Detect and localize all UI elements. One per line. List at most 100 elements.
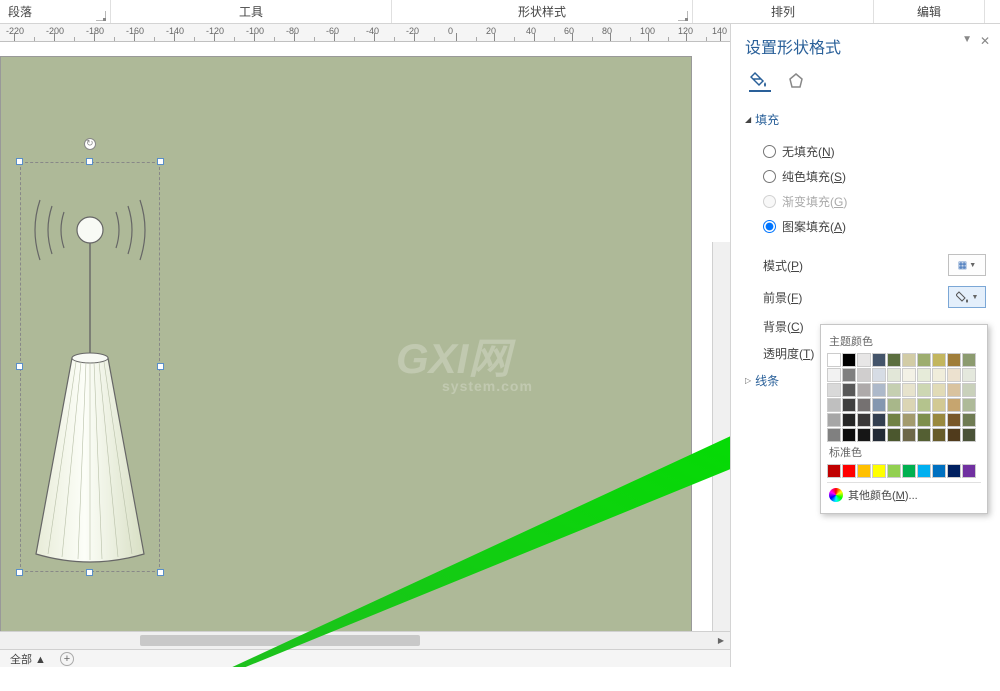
pattern-picker-button[interactable]: ▦▼ [948, 254, 986, 276]
color-swatch[interactable] [827, 383, 841, 397]
more-colors-button[interactable]: 其他颜色(M)... [827, 482, 981, 507]
color-swatch[interactable] [902, 413, 916, 427]
resize-handle-tr[interactable] [157, 158, 164, 165]
ribbon-tab-paragraph[interactable]: 段落 [0, 0, 110, 23]
resize-handle-bm[interactable] [86, 569, 93, 576]
color-swatch[interactable] [857, 464, 871, 478]
color-swatch[interactable] [872, 368, 886, 382]
radio-solid-fill[interactable]: 纯色填充(S) [763, 164, 986, 189]
effects-icon[interactable] [785, 70, 807, 92]
color-swatch[interactable] [857, 383, 871, 397]
color-swatch[interactable] [962, 368, 976, 382]
color-swatch[interactable] [857, 398, 871, 412]
selected-shape[interactable] [20, 162, 160, 572]
color-swatch[interactable] [932, 464, 946, 478]
scroll-left-button[interactable] [0, 632, 18, 650]
close-icon[interactable]: ✕ [980, 34, 990, 48]
color-swatch[interactable] [872, 413, 886, 427]
color-swatch[interactable] [827, 398, 841, 412]
color-swatch[interactable] [932, 368, 946, 382]
color-swatch[interactable] [962, 413, 976, 427]
color-swatch[interactable] [857, 413, 871, 427]
color-swatch[interactable] [932, 428, 946, 442]
color-swatch[interactable] [947, 383, 961, 397]
radio-pattern-fill[interactable]: 图案填充(A) [763, 214, 986, 239]
resize-handle-tl[interactable] [16, 158, 23, 165]
color-swatch[interactable] [962, 383, 976, 397]
color-swatch[interactable] [932, 383, 946, 397]
color-swatch[interactable] [917, 428, 931, 442]
color-swatch[interactable] [947, 413, 961, 427]
color-swatch[interactable] [917, 383, 931, 397]
color-swatch[interactable] [887, 398, 901, 412]
color-swatch[interactable] [932, 353, 946, 367]
color-swatch[interactable] [842, 413, 856, 427]
color-swatch[interactable] [842, 368, 856, 382]
color-swatch[interactable] [902, 368, 916, 382]
color-swatch[interactable] [932, 413, 946, 427]
scrollbar-vertical[interactable] [712, 242, 730, 631]
color-swatch[interactable] [917, 413, 931, 427]
radio-no-fill[interactable]: 无填充(N) [763, 139, 986, 164]
color-swatch[interactable] [902, 464, 916, 478]
color-swatch[interactable] [962, 464, 976, 478]
color-swatch[interactable] [917, 398, 931, 412]
color-swatch[interactable] [872, 353, 886, 367]
resize-handle-tm[interactable] [86, 158, 93, 165]
color-swatch[interactable] [842, 383, 856, 397]
section-fill[interactable]: ◢ 填充 [745, 106, 986, 133]
color-swatch[interactable] [947, 428, 961, 442]
color-swatch[interactable] [872, 428, 886, 442]
page-tab-all[interactable]: 全部 ▲ [4, 650, 52, 668]
dialog-launcher-icon[interactable] [678, 11, 688, 21]
color-swatch[interactable] [842, 464, 856, 478]
color-swatch[interactable] [917, 353, 931, 367]
color-swatch[interactable] [872, 464, 886, 478]
scroll-right-button[interactable] [712, 632, 730, 650]
add-page-button[interactable]: + [60, 652, 74, 666]
color-swatch[interactable] [887, 464, 901, 478]
dialog-launcher-icon[interactable] [96, 11, 106, 21]
color-swatch[interactable] [857, 368, 871, 382]
color-swatch[interactable] [932, 398, 946, 412]
color-swatch[interactable] [947, 398, 961, 412]
resize-handle-mr[interactable] [157, 363, 164, 370]
color-swatch[interactable] [887, 368, 901, 382]
color-swatch[interactable] [827, 428, 841, 442]
color-swatch[interactable] [842, 398, 856, 412]
color-swatch[interactable] [962, 428, 976, 442]
canvas-area[interactable]: -220-200-180-160-140-120-100-80-60-40-20… [0, 24, 730, 667]
color-swatch[interactable] [872, 383, 886, 397]
color-swatch[interactable] [902, 428, 916, 442]
ribbon-tab-arrange[interactable]: 排列 [693, 0, 873, 23]
pane-options-icon[interactable]: ▼ [962, 34, 972, 45]
color-swatch[interactable] [842, 428, 856, 442]
ribbon-tab-tools[interactable]: 工具 [111, 0, 391, 23]
color-swatch[interactable] [917, 368, 931, 382]
resize-handle-br[interactable] [157, 569, 164, 576]
scrollbar-horizontal[interactable] [0, 631, 730, 649]
color-swatch[interactable] [827, 368, 841, 382]
antenna-shape[interactable] [28, 170, 152, 564]
ribbon-tab-edit[interactable]: 编辑 [874, 0, 984, 23]
color-swatch[interactable] [872, 398, 886, 412]
ribbon-tab-shapestyle[interactable]: 形状样式 [392, 0, 692, 23]
color-swatch[interactable] [827, 464, 841, 478]
color-swatch[interactable] [947, 368, 961, 382]
color-swatch[interactable] [902, 383, 916, 397]
color-swatch[interactable] [947, 353, 961, 367]
resize-handle-ml[interactable] [16, 363, 23, 370]
scroll-thumb[interactable] [140, 635, 420, 646]
color-swatch[interactable] [827, 413, 841, 427]
fill-line-icon[interactable] [749, 70, 771, 92]
color-swatch[interactable] [887, 413, 901, 427]
color-swatch[interactable] [887, 428, 901, 442]
color-swatch[interactable] [887, 383, 901, 397]
color-swatch[interactable] [962, 353, 976, 367]
color-swatch[interactable] [887, 353, 901, 367]
color-swatch[interactable] [842, 353, 856, 367]
resize-handle-bl[interactable] [16, 569, 23, 576]
foreground-color-button[interactable]: ▼ [948, 286, 986, 308]
color-swatch[interactable] [902, 398, 916, 412]
color-swatch[interactable] [857, 353, 871, 367]
